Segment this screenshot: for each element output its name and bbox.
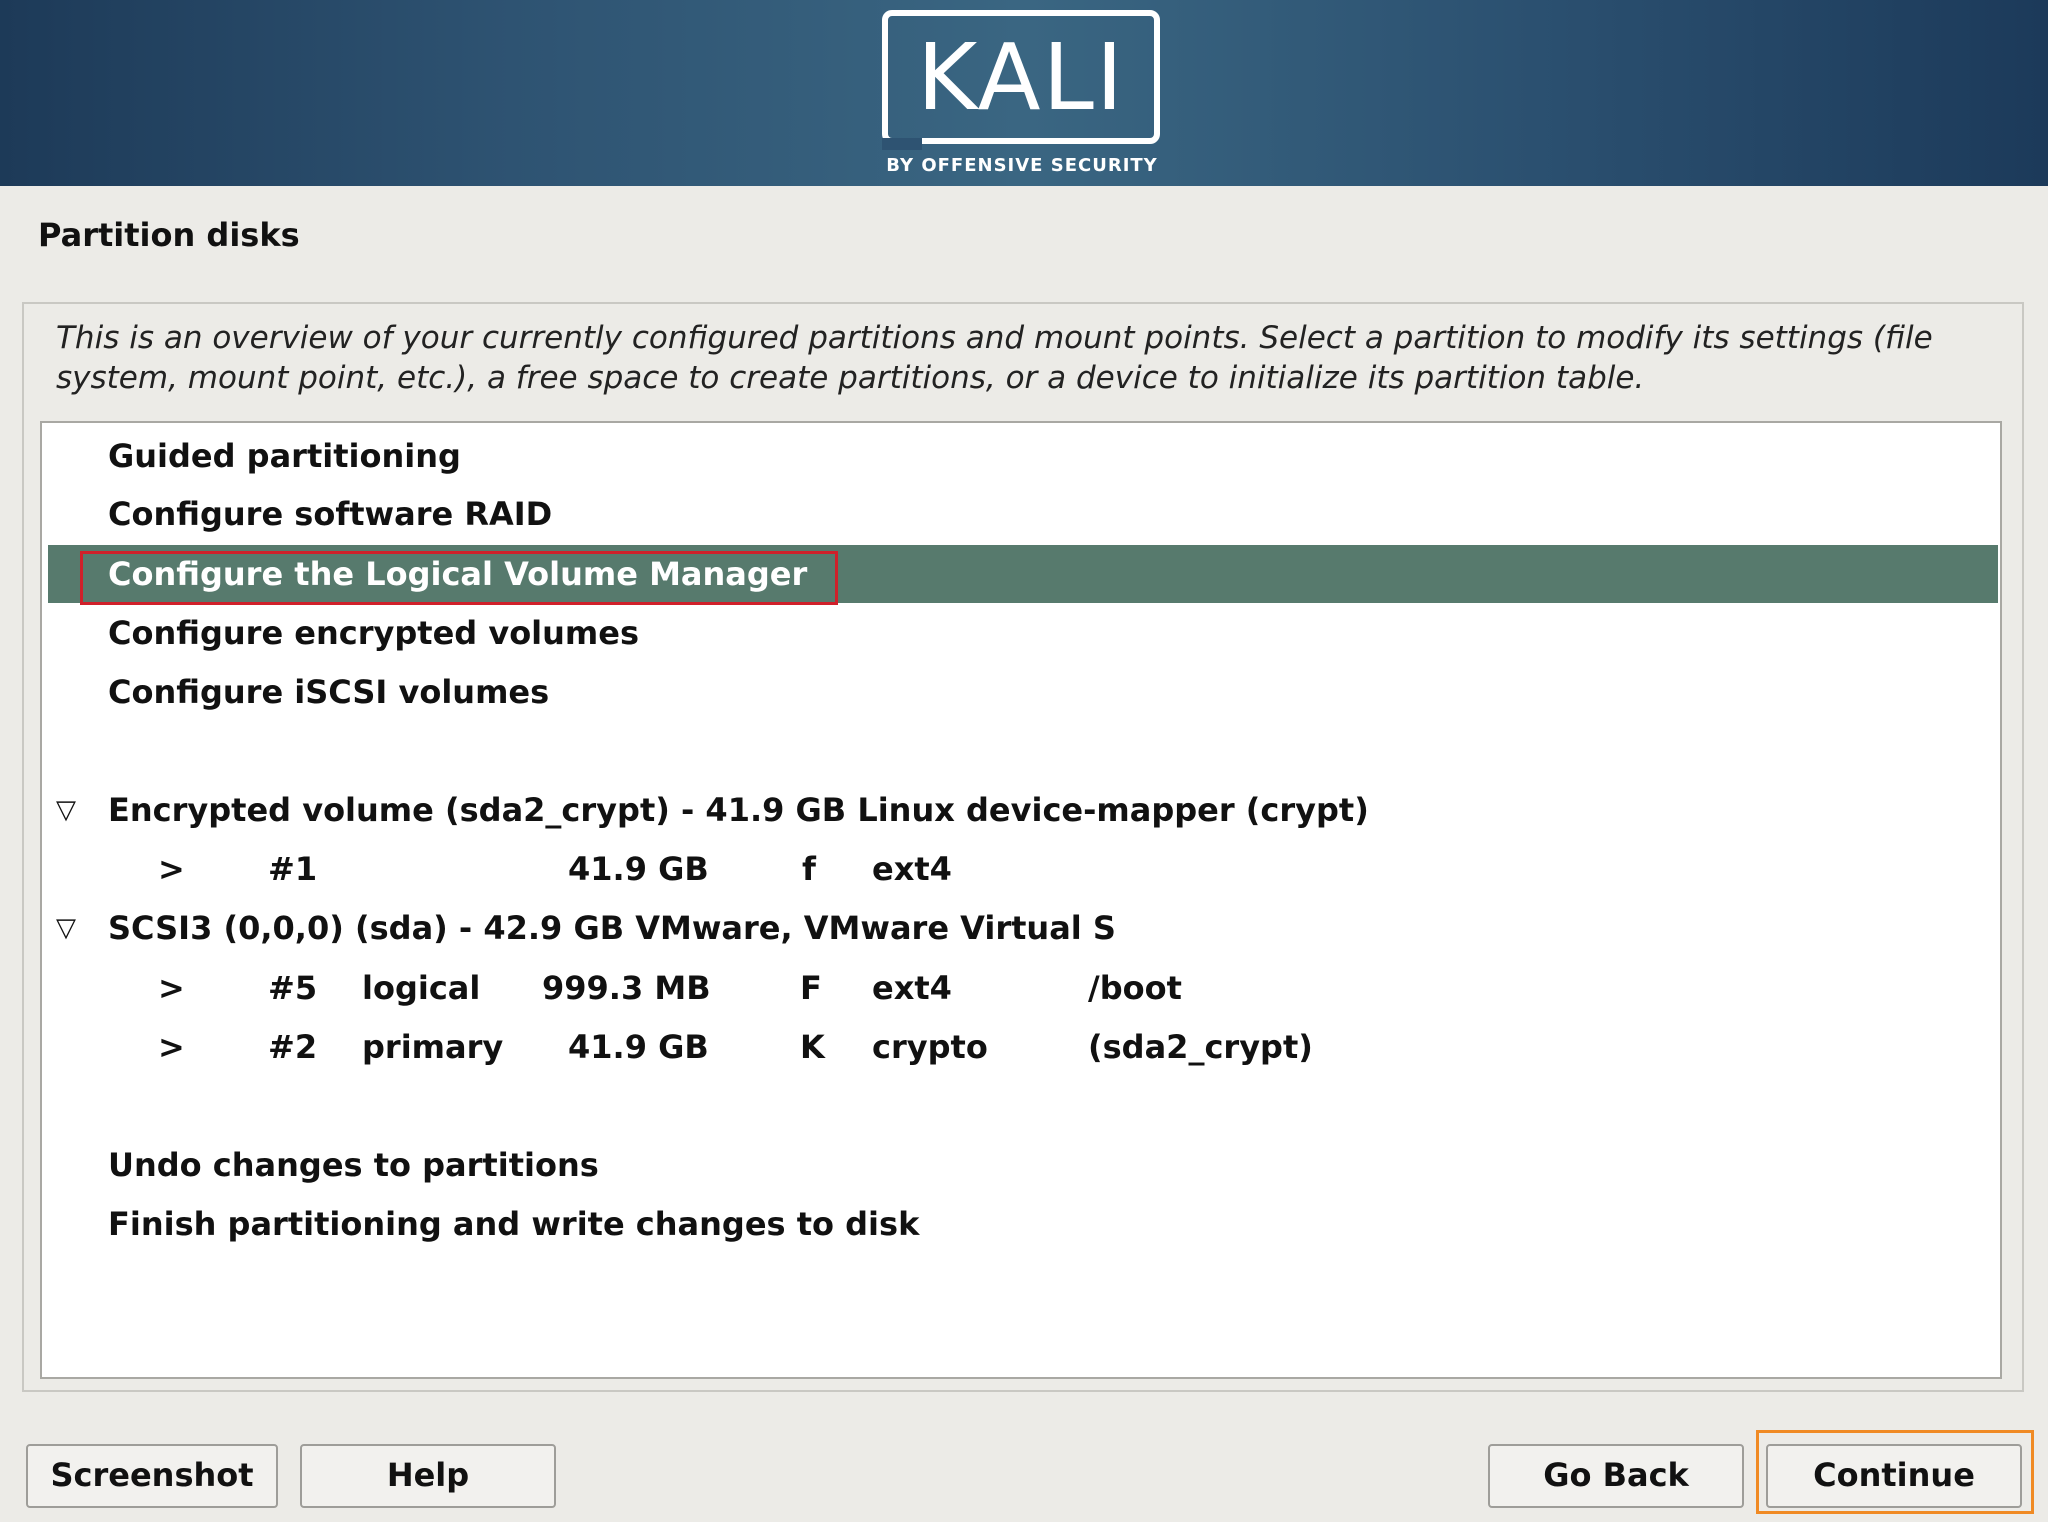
header-banner: KALI BY OFFENSIVE SECURITY: [0, 0, 2048, 186]
partition-filesystem: crypto: [872, 1028, 988, 1066]
partition-filesystem: ext4: [872, 969, 952, 1007]
logo-notch: [882, 138, 922, 150]
logo-subtitle: BY OFFENSIVE SECURITY: [886, 155, 1158, 176]
partition-filesystem: ext4: [872, 850, 952, 888]
list-item-label: Finish partitioning and write changes to…: [108, 1205, 920, 1243]
partition-type: primary: [362, 1028, 504, 1066]
screenshot-button[interactable]: Screenshot: [26, 1444, 278, 1508]
logo-text: KALI: [916, 24, 1126, 131]
device-label: SCSI3 (0,0,0) (sda) - 42.9 GB VMware, VM…: [108, 909, 1116, 947]
chevron-right-icon: >: [158, 850, 185, 888]
chevron-right-icon: >: [158, 1028, 185, 1066]
kali-logo: KALI: [882, 10, 1160, 144]
list-item-label: Configure encrypted volumes: [108, 614, 640, 652]
page-title: Partition disks: [38, 216, 300, 254]
annotation-continue-outline: [1756, 1430, 2034, 1514]
partition-mount: /boot: [1088, 969, 1182, 1007]
list-item-label: Configure software RAID: [108, 495, 553, 533]
device-label: Encrypted volume (sda2_crypt) - 41.9 GB …: [108, 791, 1369, 829]
list-item-label: Guided partitioning: [108, 437, 461, 475]
partition-number: #1: [268, 850, 318, 888]
partition-flag: f: [802, 850, 816, 888]
triangle-down-icon[interactable]: ▽: [56, 899, 76, 957]
partition-number: #2: [268, 1028, 318, 1066]
partition-flag: K: [800, 1028, 825, 1066]
partition-type: logical: [362, 969, 481, 1007]
list-item-iscsi-volumes[interactable]: Configure iSCSI volumes: [48, 663, 1998, 721]
partition-row[interactable]: > #1 41.9 GB f ext4: [48, 840, 1998, 898]
list-item-undo-changes[interactable]: Undo changes to partitions: [48, 1136, 1998, 1194]
partition-row[interactable]: > #2 primary 41.9 GB K crypto (sda2_cryp…: [48, 1018, 1998, 1076]
triangle-down-icon[interactable]: ▽: [56, 781, 76, 839]
partition-mount: (sda2_crypt): [1088, 1028, 1313, 1066]
go-back-button[interactable]: Go Back: [1488, 1444, 1744, 1508]
list-item-finish-partitioning[interactable]: Finish partitioning and write changes to…: [48, 1195, 1998, 1253]
help-button[interactable]: Help: [300, 1444, 556, 1508]
device-row-scsi3[interactable]: ▽ SCSI3 (0,0,0) (sda) - 42.9 GB VMware, …: [48, 899, 1998, 957]
list-item-guided-partitioning[interactable]: Guided partitioning: [48, 427, 1998, 485]
list-item-label: Undo changes to partitions: [108, 1146, 599, 1184]
partition-size: 999.3 MB: [542, 969, 711, 1007]
list-item-encrypted-volumes[interactable]: Configure encrypted volumes: [48, 604, 1998, 662]
partition-size: 41.9 GB: [568, 850, 709, 888]
annotation-highlight-box: [80, 551, 838, 605]
chevron-right-icon: >: [158, 969, 185, 1007]
partition-row[interactable]: > #5 logical 999.3 MB F ext4 /boot: [48, 959, 1998, 1017]
partition-number: #5: [268, 969, 318, 1007]
partition-flag: F: [800, 969, 822, 1007]
list-item-software-raid[interactable]: Configure software RAID: [48, 485, 1998, 543]
device-row-encrypted-volume[interactable]: ▽ Encrypted volume (sda2_crypt) - 41.9 G…: [48, 781, 1998, 839]
list-item-label: Configure iSCSI volumes: [108, 673, 550, 711]
description-text: This is an overview of your currently co…: [56, 320, 1933, 396]
partition-size: 41.9 GB: [568, 1028, 709, 1066]
